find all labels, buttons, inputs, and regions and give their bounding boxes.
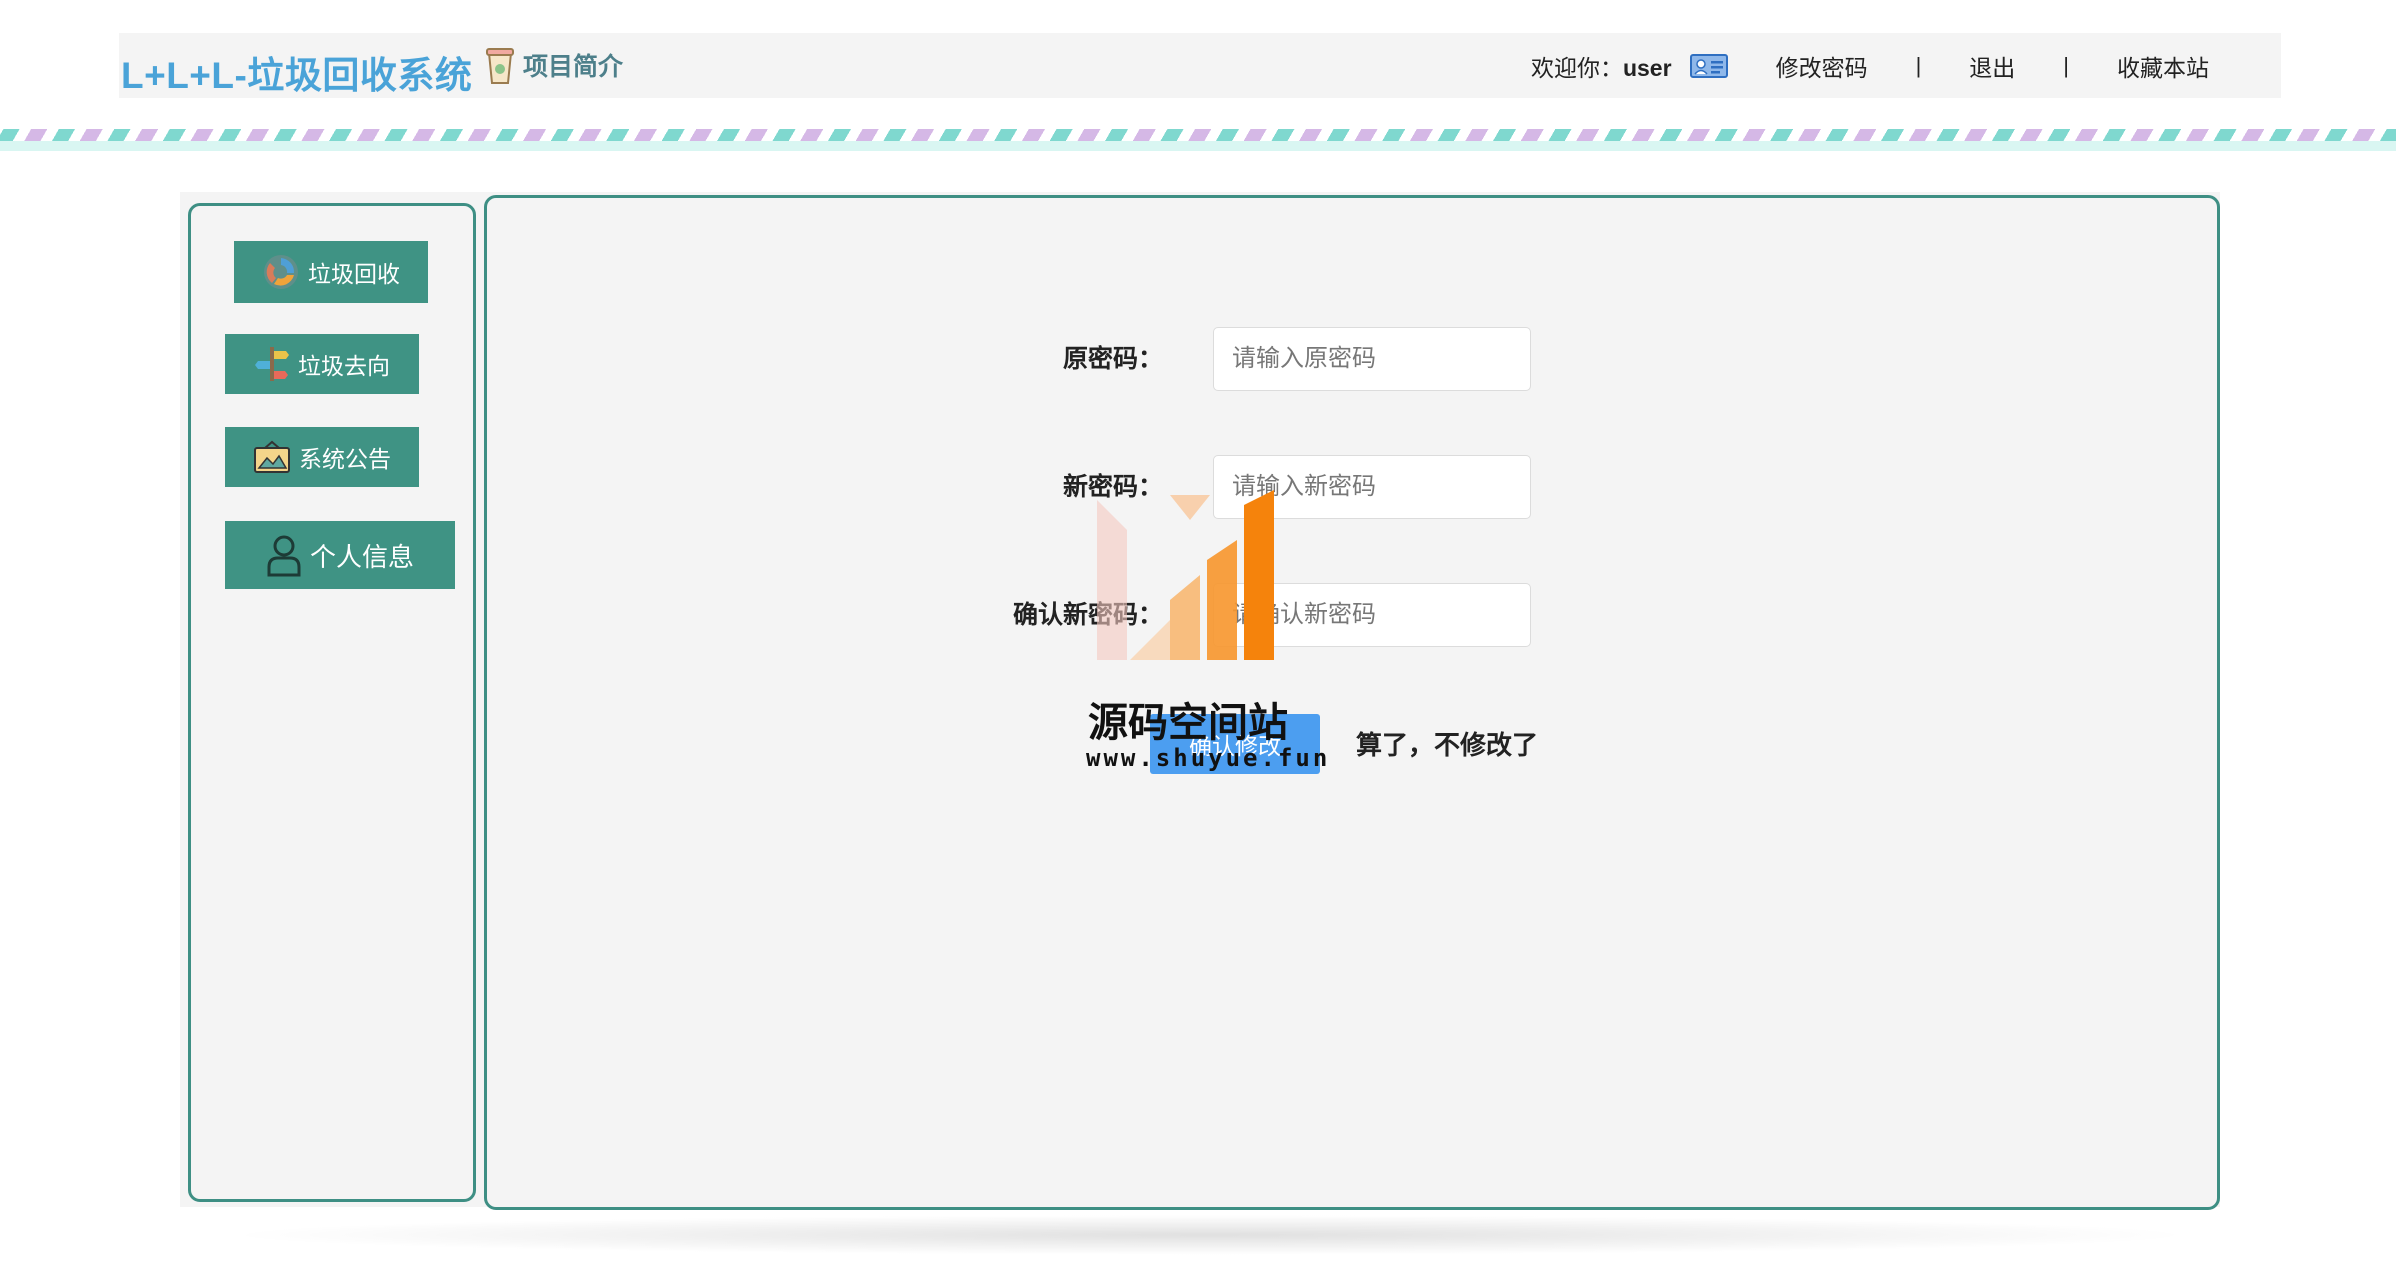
new-password-label: 新密码： [1062,473,1163,501]
project-intro-link[interactable]: 项目简介 [483,44,623,86]
recycle-icon [264,255,298,289]
project-intro-label: 项目简介 [523,53,624,81]
confirm-password-label: 确认新密码： [1012,601,1163,629]
sidebar: 垃圾回收 垃圾去向 系统公告 个人信息 [188,203,476,1202]
decorative-stripe [0,129,2396,141]
username: user [1622,54,1672,81]
confirm-password-input[interactable] [1213,583,1531,647]
cancel-change-link[interactable]: 算了，不修改了 [1356,725,1538,762]
top-header: L+L+L-垃圾回收系统 项目简介 欢迎你：user 修改密码 | 退出 | 收… [119,33,2281,98]
sidebar-item-label: 垃圾去向 [298,353,390,379]
announcement-icon [254,440,290,473]
sidebar-item-label: 垃圾回收 [308,261,400,287]
nav-separator: | [1915,52,1922,78]
decorative-stripe-shadow [0,141,2396,151]
change-password-link[interactable]: 修改密码 [1776,49,1868,83]
sidebar-item-announcement[interactable]: 系统公告 [225,427,419,487]
sidebar-item-destination[interactable]: 垃圾去向 [225,334,419,394]
nav-separator: | [2063,52,2069,78]
old-password-input[interactable] [1213,327,1531,391]
welcome-text: 欢迎你：user [1530,54,1672,81]
person-icon [267,535,301,577]
shell-shadow [220,1215,2200,1255]
change-password-panel: 原密码： 新密码： 确认新密码： 确认修改 算了，不修改了 [484,195,2220,1210]
old-password-label: 原密码： [1062,345,1163,373]
cup-icon [486,48,514,84]
sidebar-item-label: 系统公告 [299,446,391,472]
logout-link[interactable]: 退出 [1969,49,2015,83]
id-card-icon[interactable] [1689,53,1728,78]
top-nav: 欢迎你：user 修改密码 | 退出 | 收藏本站 [1531,33,2281,98]
old-password-row: 原密码： [487,327,2223,391]
new-password-input[interactable] [1213,455,1531,519]
sidebar-item-profile[interactable]: 个人信息 [225,521,455,589]
watermark-url: www.shuyue.fun [1086,744,1331,772]
site-title[interactable]: L+L+L-垃圾回收系统 [121,45,472,99]
sidebar-item-recycle[interactable]: 垃圾回收 [234,241,428,303]
new-password-row: 新密码： [487,455,2223,519]
confirm-password-row: 确认新密码： [487,583,2223,647]
signpost-icon [255,347,289,381]
watermark-title: 源码空间站 [1088,701,1288,745]
sidebar-item-label: 个人信息 [309,541,414,572]
bookmark-link[interactable]: 收藏本站 [2117,49,2209,83]
